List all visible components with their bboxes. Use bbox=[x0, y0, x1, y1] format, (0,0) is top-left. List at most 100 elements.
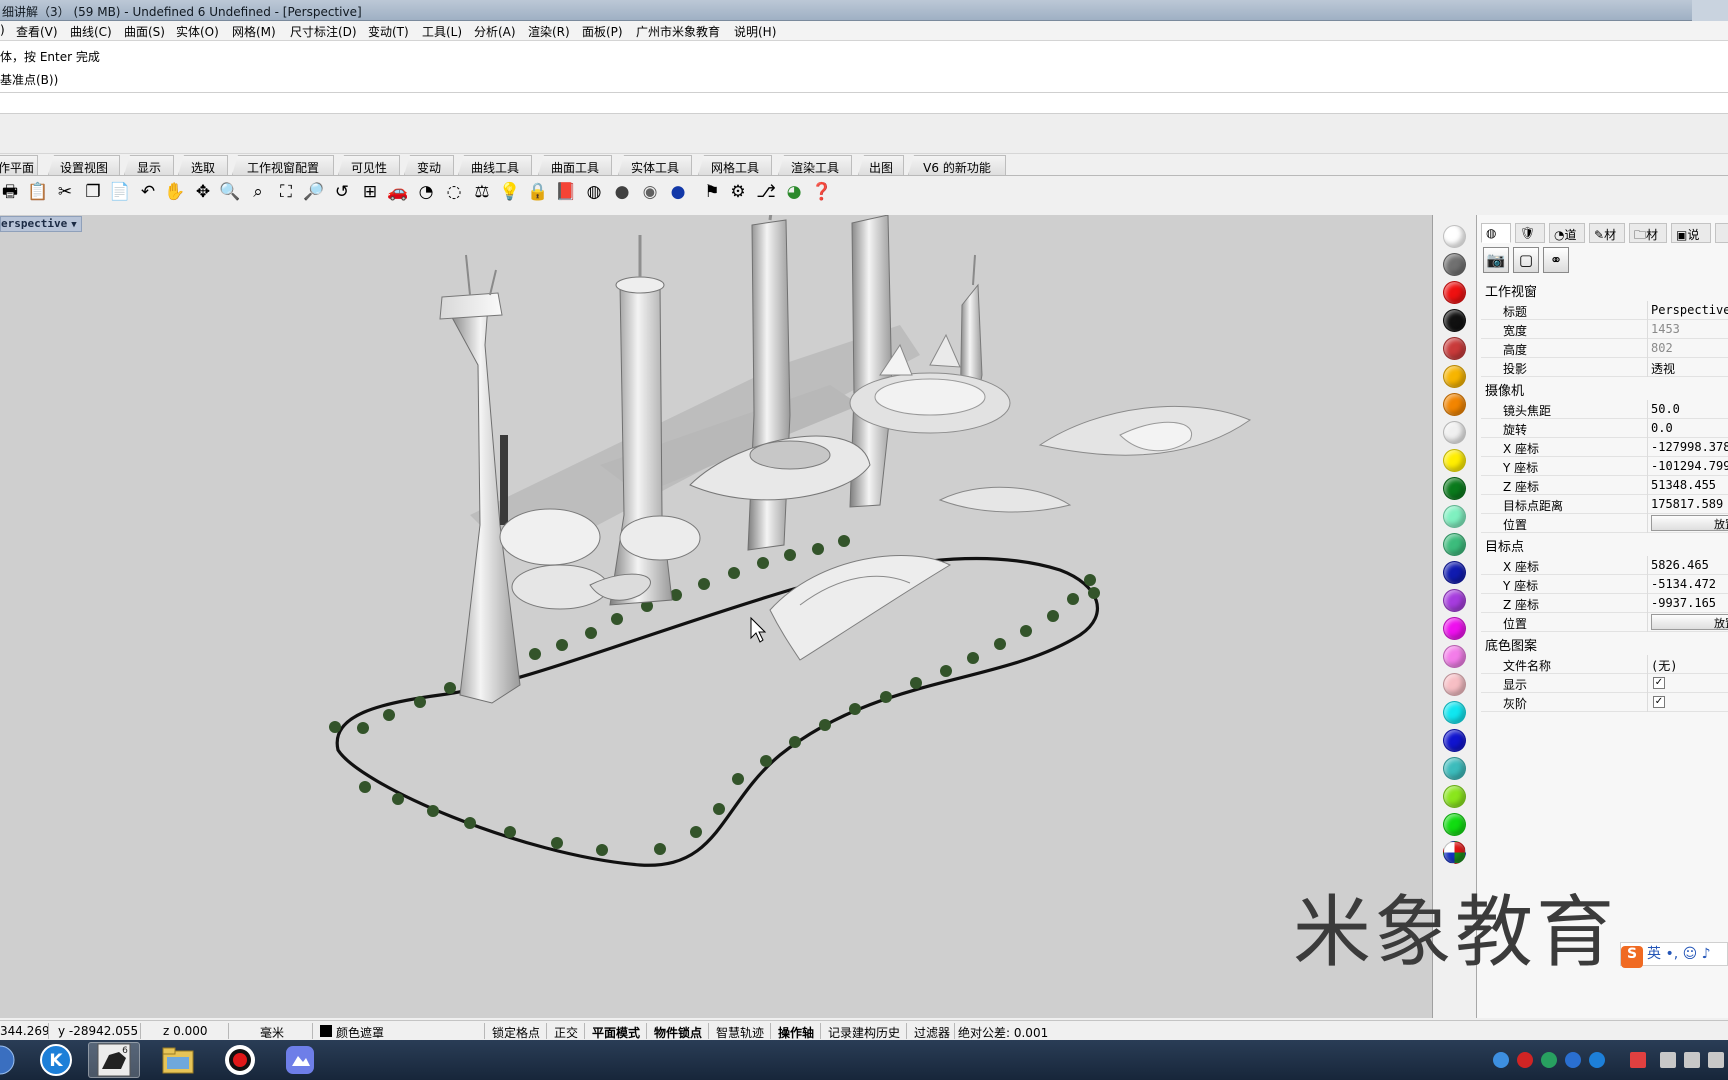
menu-surface[interactable]: 曲面(S) bbox=[124, 23, 165, 40]
swatch-orange[interactable] bbox=[1443, 393, 1466, 416]
status-gumball[interactable]: 操作轴 bbox=[778, 1024, 814, 1041]
tray-flag-icon[interactable] bbox=[1630, 1052, 1646, 1068]
prop-value[interactable]: -127998.378 bbox=[1651, 440, 1728, 454]
swatch-custom-color-icon[interactable] bbox=[1443, 841, 1466, 864]
history-icon[interactable]: ⎇ bbox=[754, 180, 778, 204]
tab-display[interactable]: 显示 bbox=[124, 155, 174, 175]
ptab-display[interactable]: ◔道 bbox=[1549, 223, 1585, 243]
prop-value[interactable]: 0.0 bbox=[1651, 421, 1673, 435]
undo-view-icon[interactable]: ↺ bbox=[330, 180, 354, 204]
grayscale-checkbox[interactable]: ✓ bbox=[1653, 696, 1665, 708]
tray-volume-icon[interactable] bbox=[1684, 1052, 1700, 1068]
place-target-button[interactable]: 放置 bbox=[1651, 614, 1728, 630]
menu-solid[interactable]: 实体(O) bbox=[176, 23, 219, 40]
tray-record-icon[interactable] bbox=[1517, 1052, 1533, 1068]
menu-transform[interactable]: 变动(T) bbox=[368, 23, 409, 40]
taskbar-recorder[interactable] bbox=[214, 1042, 266, 1078]
mouse-icon[interactable]: ◔ bbox=[414, 180, 438, 204]
menu-analyze[interactable]: 分析(A) bbox=[474, 23, 516, 40]
show-checkbox[interactable]: ✓ bbox=[1653, 677, 1665, 689]
status-record-history[interactable]: 记录建构历史 bbox=[828, 1024, 900, 1041]
swatch-gray[interactable] bbox=[1443, 253, 1466, 276]
lightbulb-icon[interactable]: 💡 bbox=[498, 180, 522, 204]
swatch-sea-green[interactable] bbox=[1443, 533, 1466, 556]
zoom-selected-icon[interactable]: 🔎 bbox=[302, 180, 326, 204]
menu-mesh[interactable]: 网格(M) bbox=[232, 23, 276, 40]
viewport-title[interactable]: erspective ▼ bbox=[0, 216, 82, 232]
menu-render[interactable]: 渲染(R) bbox=[528, 23, 570, 40]
swatch-amber[interactable] bbox=[1443, 365, 1466, 388]
tab-select[interactable]: 选取 bbox=[178, 155, 228, 175]
tab-mesh-tools[interactable]: 网格工具 bbox=[698, 155, 772, 175]
four-viewports-icon[interactable]: ⊞ bbox=[358, 180, 382, 204]
prop-value[interactable]: -101294.799 bbox=[1651, 459, 1728, 473]
globe-icon[interactable]: ◕ bbox=[782, 180, 806, 204]
tab-curve-tools[interactable]: 曲线工具 bbox=[458, 155, 532, 175]
swatch-cyan[interactable] bbox=[1443, 701, 1466, 724]
swatch-lime[interactable] bbox=[1443, 785, 1466, 808]
tab-set-view[interactable]: 设置视图 bbox=[48, 155, 120, 175]
tray-network-icon[interactable] bbox=[1493, 1052, 1509, 1068]
viewport-menu-arrow-icon[interactable]: ▼ bbox=[71, 220, 76, 230]
swatch-white[interactable] bbox=[1443, 225, 1466, 248]
swatch-dark-red[interactable] bbox=[1443, 337, 1466, 360]
swatch-yellow[interactable] bbox=[1443, 449, 1466, 472]
tab-surface-tools[interactable]: 曲面工具 bbox=[538, 155, 612, 175]
tray-k-icon[interactable] bbox=[1589, 1052, 1605, 1068]
tray-app-icon[interactable] bbox=[1541, 1052, 1557, 1068]
swatch-light[interactable] bbox=[1443, 421, 1466, 444]
analyze-icon[interactable]: ⚖ bbox=[470, 180, 494, 204]
prop-value[interactable]: 51348.455 bbox=[1651, 478, 1716, 492]
status-filter[interactable]: 过滤器 bbox=[914, 1024, 950, 1041]
swatch-purple[interactable] bbox=[1443, 589, 1466, 612]
paste-icon[interactable]: 📄 bbox=[108, 180, 132, 204]
copy-icon[interactable]: ❐ bbox=[81, 180, 105, 204]
viewport-frame-icon[interactable]: ▢ bbox=[1513, 247, 1539, 273]
menu-custom[interactable]: 广州市米象教育 bbox=[636, 23, 720, 40]
tray-clock-icon[interactable] bbox=[1708, 1052, 1724, 1068]
command-input[interactable] bbox=[0, 92, 1728, 114]
swatch-black[interactable] bbox=[1443, 309, 1466, 332]
menu-dimension[interactable]: 尺寸标注(D) bbox=[290, 23, 357, 40]
prop-value[interactable]: 50.0 bbox=[1651, 402, 1680, 416]
swatch-green[interactable] bbox=[1443, 813, 1466, 836]
tab-viewport-layout[interactable]: 工作视窗配置 bbox=[232, 155, 334, 175]
tab-transform[interactable]: 变动 bbox=[404, 155, 454, 175]
tab-cplanes[interactable]: 作平面 bbox=[0, 155, 38, 175]
swatch-red[interactable] bbox=[1443, 281, 1466, 304]
zoom-extents-icon[interactable]: ⛶ bbox=[274, 180, 298, 204]
prop-value[interactable]: -5134.472 bbox=[1651, 577, 1716, 591]
swatch-mint[interactable] bbox=[1443, 505, 1466, 528]
color-wheel-icon[interactable]: ◍ bbox=[582, 180, 606, 204]
swatch-navy[interactable] bbox=[1443, 561, 1466, 584]
perspective-viewport[interactable]: erspective ▼ bbox=[0, 215, 1433, 1018]
help-icon[interactable]: ❓ bbox=[810, 180, 834, 204]
gear-mesh-icon[interactable]: ⚙ bbox=[726, 180, 750, 204]
ptab-layers[interactable]: 🛡 bbox=[1515, 223, 1545, 243]
place-camera-button[interactable]: 放置 bbox=[1651, 515, 1728, 531]
prop-value[interactable]: 透视 bbox=[1651, 360, 1675, 377]
circle-select-icon[interactable]: ◌ bbox=[442, 180, 466, 204]
tray-a-icon[interactable] bbox=[1565, 1052, 1581, 1068]
start-button[interactable] bbox=[0, 1042, 26, 1078]
status-layer[interactable]: 颜色遮罩 bbox=[336, 1024, 384, 1041]
gumball-icon[interactable]: ⚭ bbox=[1543, 247, 1569, 273]
prop-value[interactable]: -9937.165 bbox=[1651, 596, 1716, 610]
prop-value[interactable]: 175817.589 bbox=[1651, 497, 1723, 511]
ime-toolbar[interactable]: S英 •, ☺ ♪ bbox=[1620, 942, 1728, 968]
layer-book-icon[interactable]: 📕 bbox=[554, 180, 578, 204]
tab-render-tools[interactable]: 渲染工具 bbox=[778, 155, 852, 175]
prop-value[interactable]: (无) bbox=[1651, 657, 1677, 674]
render-sphere-icon[interactable]: ● bbox=[610, 180, 634, 204]
swatch-blue[interactable] bbox=[1443, 729, 1466, 752]
menu-help[interactable]: 说明(H) bbox=[734, 23, 776, 40]
swatch-light-pink[interactable] bbox=[1443, 673, 1466, 696]
ptab-material[interactable]: ✎材 bbox=[1589, 223, 1625, 243]
status-smart-track[interactable]: 智慧轨迹 bbox=[716, 1024, 764, 1041]
rotate-view-icon[interactable]: ✥ bbox=[191, 180, 215, 204]
status-osnap[interactable]: 物件锁点 bbox=[654, 1024, 702, 1041]
swatch-teal[interactable] bbox=[1443, 757, 1466, 780]
taskbar-explorer[interactable] bbox=[152, 1042, 204, 1078]
render-preview-sphere-icon[interactable]: ◉ bbox=[638, 180, 662, 204]
camera-icon[interactable]: 📷 bbox=[1483, 247, 1509, 273]
